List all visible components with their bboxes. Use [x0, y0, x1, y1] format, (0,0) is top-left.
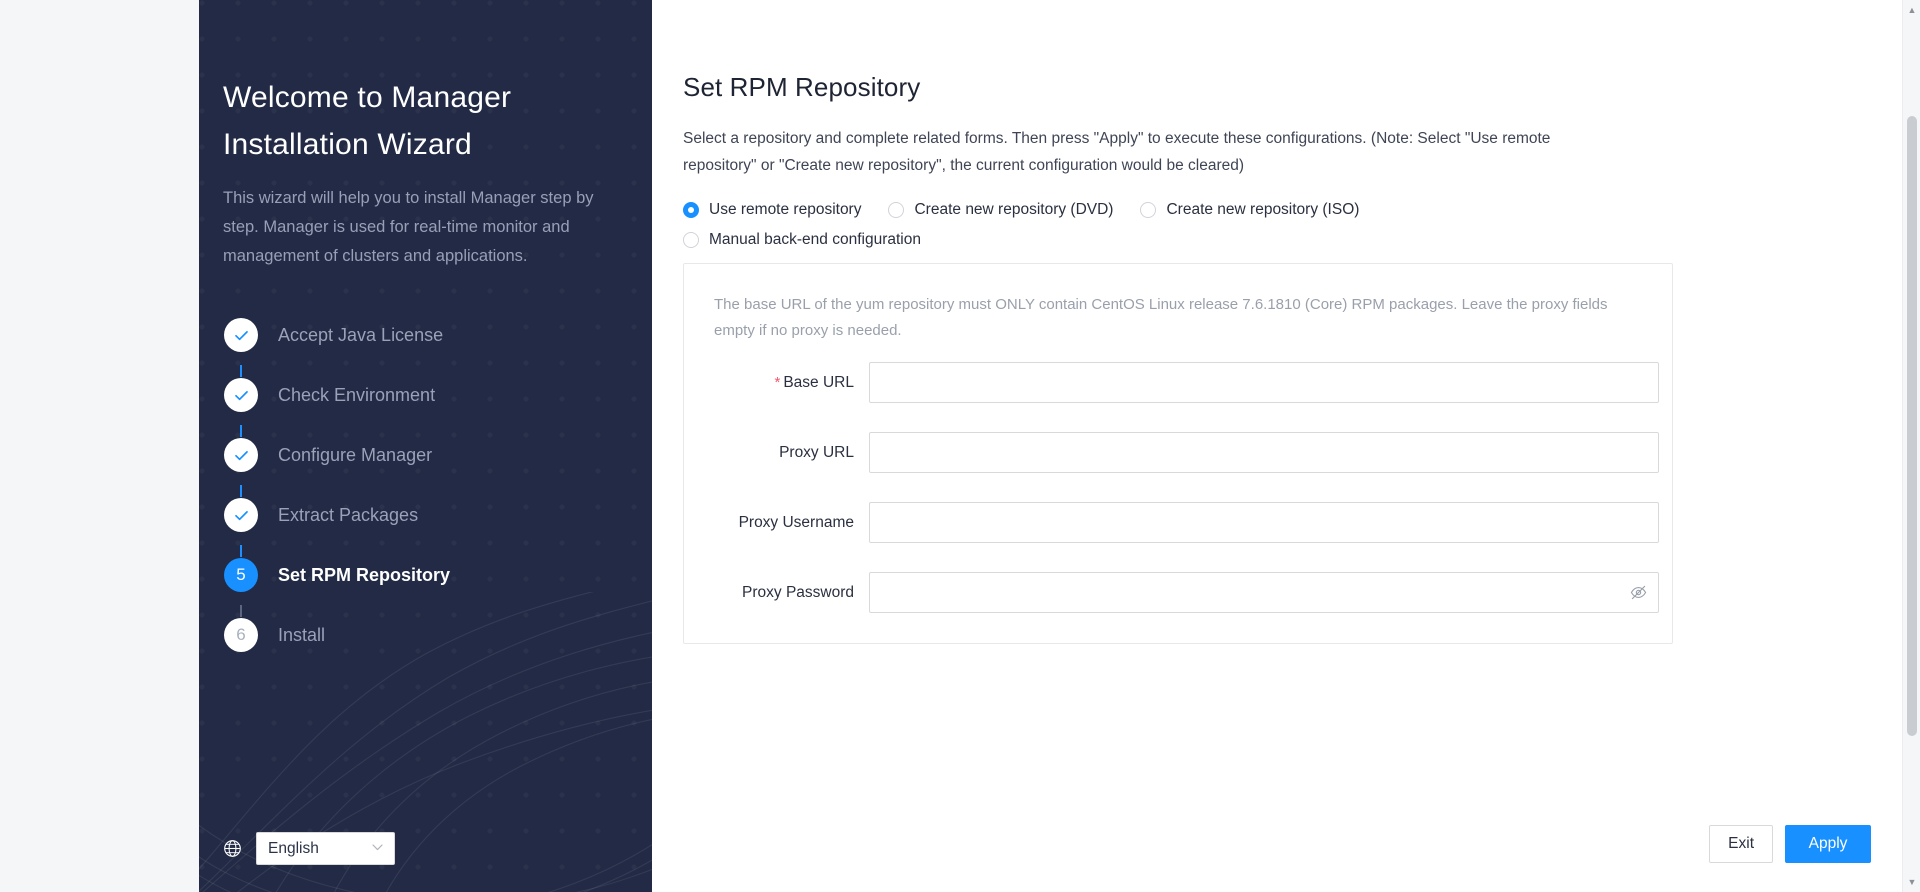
page-description-line-1: Select a repository and complete related… — [683, 130, 1551, 147]
wizard-step-label: Configure Manager — [278, 444, 433, 465]
step-status-check-icon — [224, 318, 258, 352]
form-row-base-url: * Base URL — [714, 362, 1659, 403]
wizard-step-check-environment[interactable]: Check Environment — [223, 365, 652, 437]
form-hint-text: The base URL of the yum repository must … — [714, 296, 1608, 339]
page-right-gutter: ▲ ▼ — [1902, 0, 1920, 892]
radio-indicator — [888, 202, 905, 218]
repository-form-card: The base URL of the yum repository must … — [683, 263, 1673, 644]
wizard-step-configure-manager[interactable]: Configure Manager — [223, 425, 652, 497]
wizard-app-shell: Welcome to Manager Installation Wizard T… — [199, 0, 1902, 892]
step-marker — [223, 437, 259, 497]
repository-type-radio-group: Use remote repository Create new reposit… — [683, 201, 1543, 249]
form-row-proxy-url: Proxy URL — [714, 432, 1659, 473]
base-url-label-text: Base URL — [783, 373, 854, 391]
page-description-line-2: repository" or "Create new repository", … — [683, 157, 1245, 174]
step-number-badge: 6 — [224, 618, 258, 652]
wizard-step-label: Extract Packages — [278, 504, 419, 525]
required-marker: * — [774, 373, 781, 391]
step-connector — [240, 425, 242, 437]
language-select[interactable]: English — [256, 832, 395, 865]
proxy-url-input[interactable] — [869, 432, 1659, 473]
wizard-step-label: Check Environment — [278, 384, 436, 405]
wizard-sidebar: Welcome to Manager Installation Wizard T… — [199, 0, 652, 892]
radio-use-remote-repository[interactable]: Use remote repository — [683, 201, 861, 219]
exit-button[interactable]: Exit — [1709, 825, 1773, 863]
step-connector — [240, 485, 242, 497]
page-title: Set RPM Repository — [683, 72, 921, 102]
wizard-step-set-rpm-repository[interactable]: 5 Set RPM Repository — [223, 545, 652, 617]
radio-create-new-repository-dvd[interactable]: Create new repository (DVD) — [888, 201, 1113, 219]
scroll-down-arrow-icon[interactable]: ▼ — [1903, 873, 1920, 891]
proxy-username-label: Proxy Username — [714, 514, 869, 532]
step-status-check-icon — [224, 438, 258, 472]
repository-radio-row-2: Manual back-end configuration — [683, 231, 1543, 249]
proxy-password-label: Proxy Password — [714, 584, 869, 602]
scroll-up-arrow-icon[interactable]: ▲ — [1903, 1, 1920, 19]
proxy-password-input[interactable] — [869, 572, 1659, 613]
language-selector-row: English — [223, 832, 395, 865]
proxy-url-field-wrap — [869, 432, 1659, 473]
radio-create-new-repository-iso[interactable]: Create new repository (ISO) — [1140, 201, 1359, 219]
base-url-input[interactable] — [869, 362, 1659, 403]
radio-manual-backend-configuration[interactable]: Manual back-end configuration — [683, 231, 921, 249]
wizard-step-install[interactable]: 6 Install — [223, 605, 652, 665]
page-scrollbar[interactable]: ▲ ▼ — [1902, 0, 1920, 892]
step-marker — [223, 377, 259, 437]
proxy-url-label: Proxy URL — [714, 444, 869, 462]
step-connector — [240, 545, 242, 557]
radio-label: Manual back-end configuration — [709, 231, 921, 248]
wizard-title: Welcome to Manager Installation Wizard — [223, 81, 512, 161]
page-description: Select a repository and complete related… — [683, 125, 1673, 179]
proxy-password-field-wrap — [869, 572, 1659, 613]
form-row-proxy-username: Proxy Username — [714, 502, 1659, 543]
radio-indicator — [683, 232, 699, 248]
installation-wizard-page: Welcome to Manager Installation Wizard T… — [0, 0, 1920, 892]
wizard-step-label: Install — [278, 624, 326, 645]
language-select-value: English — [268, 839, 319, 857]
step-marker: 5 — [223, 557, 259, 617]
apply-button[interactable]: Apply — [1785, 825, 1871, 863]
proxy-password-label-text: Proxy Password — [742, 583, 854, 601]
proxy-username-label-text: Proxy Username — [738, 513, 854, 531]
wizard-step-label: Accept Java License — [278, 324, 444, 345]
step-connector — [240, 365, 242, 377]
globe-icon — [223, 839, 242, 858]
wizard-description: This wizard will help you to install Man… — [223, 189, 594, 265]
wizard-step-extract-packages[interactable]: Extract Packages — [223, 485, 652, 557]
footer-actions: Exit Apply — [1709, 825, 1871, 863]
radio-indicator — [1140, 202, 1157, 218]
step-number-badge: 5 — [224, 558, 258, 592]
eye-invisible-icon[interactable] — [1629, 584, 1647, 602]
base-url-field-wrap — [869, 362, 1659, 403]
step-marker — [223, 497, 259, 557]
repository-form-fields: * Base URL Proxy URL Proxy Username Prox… — [714, 362, 1659, 613]
sidebar-content: Welcome to Manager Installation Wizard T… — [199, 0, 652, 892]
step-status-check-icon — [224, 498, 258, 532]
main-content-panel: Set RPM Repository Select a repository a… — [652, 0, 1902, 892]
proxy-username-field-wrap — [869, 502, 1659, 543]
radio-label: Use remote repository — [709, 201, 862, 218]
step-marker — [223, 317, 259, 377]
proxy-url-label-text: Proxy URL — [779, 443, 854, 461]
scrollbar-thumb[interactable] — [1907, 116, 1917, 736]
radio-indicator — [683, 202, 699, 218]
wizard-step-list: Accept Java License Check Environment Co… — [223, 305, 652, 665]
wizard-step-accept-java-license[interactable]: Accept Java License — [223, 305, 652, 377]
page-left-gutter — [0, 0, 199, 892]
base-url-label: * Base URL — [714, 374, 869, 392]
chevron-down-icon — [372, 843, 383, 854]
radio-label: Create new repository (DVD) — [914, 201, 1114, 218]
proxy-username-input[interactable] — [869, 502, 1659, 543]
wizard-step-label: Set RPM Repository — [278, 564, 451, 585]
repository-radio-row-1: Use remote repository Create new reposit… — [683, 201, 1543, 219]
step-connector — [240, 605, 242, 617]
radio-label: Create new repository (ISO) — [1166, 201, 1360, 218]
step-marker: 6 — [223, 617, 259, 653]
form-row-proxy-password: Proxy Password — [714, 572, 1659, 613]
step-status-check-icon — [224, 378, 258, 412]
